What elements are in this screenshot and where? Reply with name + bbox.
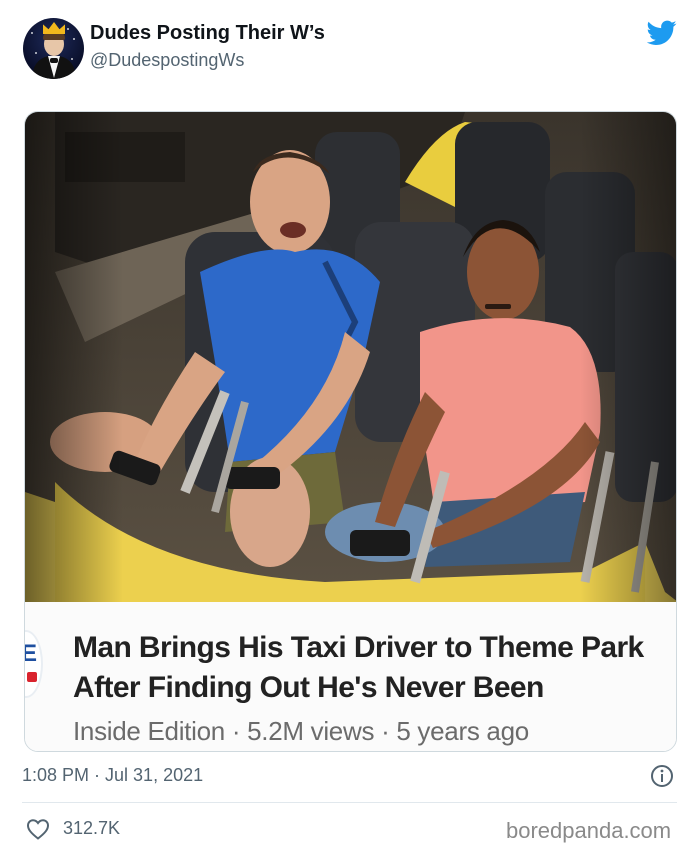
watermark: boredpanda.com (506, 818, 672, 843)
headline-line-1: Man Brings His Taxi Driver to Theme Park (73, 631, 644, 664)
display-name[interactable]: Dudes Posting Their W’s (90, 22, 325, 45)
roller-coaster-photo[interactable] (25, 112, 677, 602)
info-icon[interactable] (650, 764, 674, 788)
tweet-timestamp[interactable]: 1:08 PM · Jul 31, 2021 (22, 765, 203, 786)
twitter-bird-icon[interactable] (647, 20, 677, 46)
like-count[interactable]: 312.7K (63, 818, 120, 839)
video-caption: E Man Brings His Taxi Driver to Theme Pa… (25, 602, 676, 751)
avatar[interactable] (23, 18, 84, 79)
video-meta: Inside Edition · 5.2M views · 5 years ag… (73, 716, 529, 746)
heart-outline-icon[interactable] (26, 818, 50, 840)
tweet-card: Dudes Posting Their W’s @DudespostingWs (0, 0, 700, 856)
media-card[interactable]: E Man Brings His Taxi Driver to Theme Pa… (24, 111, 677, 752)
inside-edition-logo-icon: E (25, 632, 41, 696)
headline-line-2: After Finding Out He's Never Been (73, 671, 544, 704)
video-headline: Man Brings His Taxi Driver to Theme Park… (73, 628, 676, 708)
user-handle[interactable]: @DudespostingWs (90, 50, 244, 71)
divider (22, 802, 677, 803)
crown-icon (43, 22, 65, 34)
